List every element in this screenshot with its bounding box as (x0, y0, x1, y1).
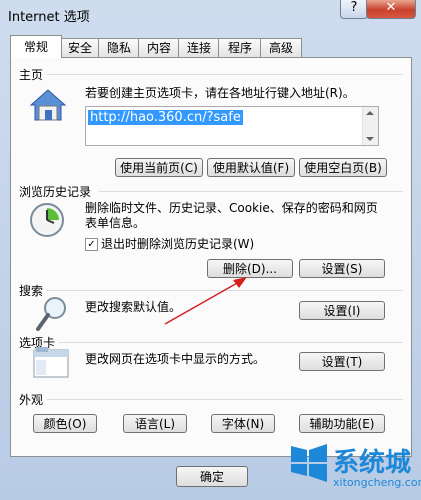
tabs-settings-button[interactable]: 设置(T) (299, 352, 385, 371)
use-current-button[interactable]: 使用当前页(C) (115, 158, 203, 177)
use-default-button[interactable]: 使用默认值(F) (207, 158, 295, 177)
languages-button[interactable]: 语言(L) (123, 414, 187, 433)
tab-advanced[interactable]: 高级 (260, 38, 302, 57)
section-divider (59, 342, 403, 343)
general-panel: 主页 若要创建主页选项卡，请在各地址行键入地址(R)。 http://hao.3… (10, 57, 412, 457)
section-divider (99, 191, 403, 192)
dialog-window: Internet 选项 ? ✕ 常规 安全 隐私 内容 连接 程序 高级 主页 … (0, 0, 421, 500)
fonts-button[interactable]: 字体(N) (211, 414, 275, 433)
history-settings-button[interactable]: 设置(S) (299, 259, 385, 278)
section-divider (47, 399, 403, 400)
scroll-up-icon[interactable] (366, 111, 374, 115)
history-description-line1: 删除临时文件、历史记录、Cookie、保存的密码和网页 (85, 201, 378, 215)
title-bar[interactable]: Internet 选项 ? ✕ (0, 0, 421, 32)
search-settings-button[interactable]: 设置(I) (299, 301, 385, 320)
history-description-line2: 表单信息。 (85, 216, 146, 230)
history-section-label: 浏览历史记录 (19, 185, 92, 199)
tab-privacy[interactable]: 隐私 (98, 38, 140, 57)
ok-button[interactable]: 确定 (176, 466, 248, 487)
window-title: Internet 选项 (8, 10, 90, 25)
tab-programs[interactable]: 程序 (218, 38, 262, 57)
home-url-text: http://hao.360.cn/?safe (88, 110, 243, 125)
tab-connections[interactable]: 连接 (178, 38, 220, 57)
home-section-label: 主页 (19, 68, 44, 82)
magnifier-icon (36, 297, 66, 331)
tab-security[interactable]: 安全 (60, 38, 100, 57)
delete-on-exit-label: 退出时删除浏览历史记录(W) (101, 237, 255, 251)
tab-content[interactable]: 内容 (138, 38, 180, 57)
house-icon (29, 89, 67, 121)
accessibility-button[interactable]: 辅助功能(E) (299, 414, 385, 433)
tab-general[interactable]: 常规 (10, 35, 62, 58)
home-description: 若要创建主页选项卡，请在各地址行键入地址(R)。 (85, 86, 355, 100)
scroll-down-icon[interactable] (366, 137, 374, 141)
appearance-section-label: 外观 (19, 393, 44, 407)
tabbed-window-icon (33, 347, 69, 378)
home-url-input[interactable]: http://hao.360.cn/?safe (85, 106, 379, 146)
colors-button[interactable]: 颜色(O) (33, 414, 97, 433)
watermark-logo: 系统城 xitongcheng.com (287, 436, 421, 500)
close-button[interactable]: ✕ (366, 0, 416, 19)
section-divider (47, 74, 403, 75)
red-annotation-arrow (164, 277, 247, 325)
help-button[interactable]: ? (340, 0, 368, 19)
watermark-site: xitongcheng.com (333, 476, 421, 489)
brand-logo-icon (291, 444, 327, 482)
history-clock-icon (30, 203, 64, 237)
use-blank-button[interactable]: 使用空白页(B) (299, 158, 387, 177)
tabs-description: 更改网页在选项卡中显示的方式。 (85, 352, 266, 366)
watermark-brand: 系统城 (333, 448, 412, 478)
delete-on-exit-checkbox[interactable]: ✓ (85, 238, 98, 251)
url-scrollbar[interactable] (362, 107, 378, 145)
